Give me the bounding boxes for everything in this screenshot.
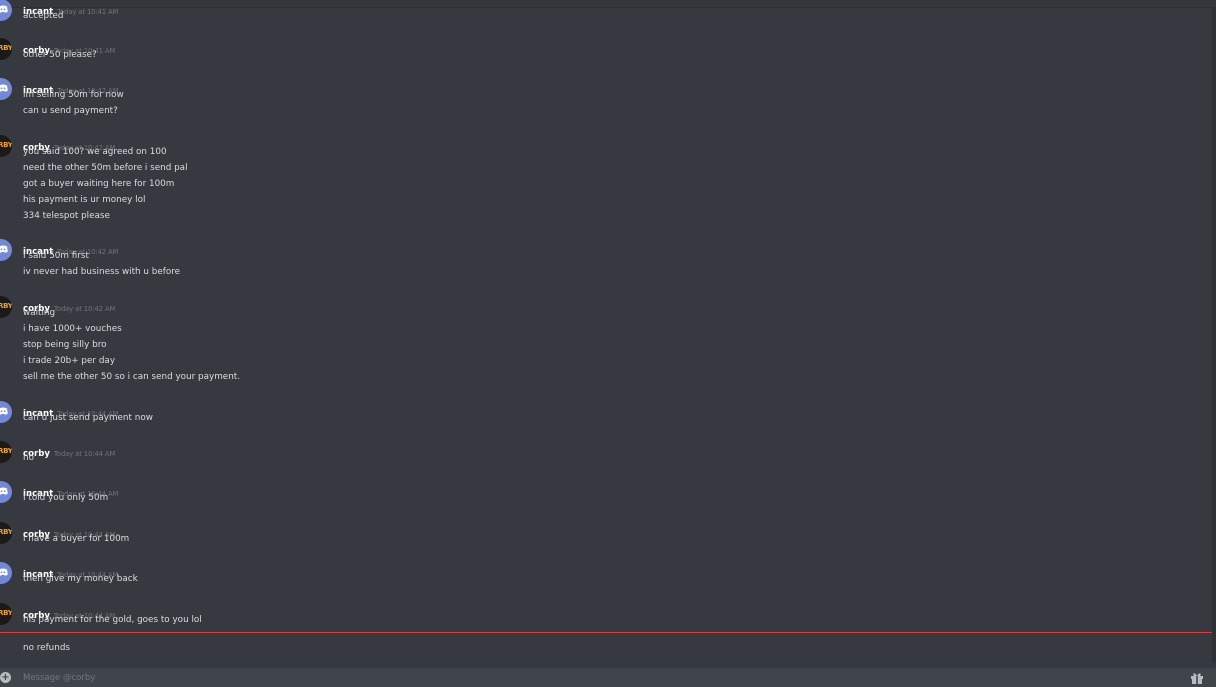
discord-logo-icon[interactable] [0, 481, 12, 503]
message-list[interactable]: incant Today at 10:41 AM accepted RBY corby T… [0, 0, 1210, 662]
message-header: corby Today at 10:44 AM [23, 522, 115, 540]
discord-logo-glyph [0, 568, 8, 576]
message-text: other 50 please? [23, 50, 97, 60]
avatar-text: RBY [0, 141, 12, 149]
message-text: you said 100? we agreed on 100 [23, 147, 167, 157]
discord-logo-glyph [0, 407, 8, 415]
corby-avatar-icon[interactable]: RBY [0, 441, 12, 463]
message-text: can u send payment? [23, 106, 118, 116]
avatar-text: RBY [0, 609, 12, 617]
message-text: stop being silly bro [23, 340, 107, 350]
avatar-text: RBY [0, 528, 12, 536]
message-header: corby Today at 10:44 AM [23, 441, 115, 459]
discord-logo-glyph [0, 84, 8, 92]
message-header: corby Today at 10:42 AM [23, 296, 115, 314]
corby-avatar-icon[interactable]: RBY [0, 296, 12, 318]
message-text: I told you only 50m [23, 493, 109, 503]
timestamp: Today at 10:44 AM [54, 450, 116, 458]
message-header: incant Today at 10:44 AM [23, 481, 118, 499]
message-header: incant Today at 10:41 AM [23, 0, 118, 17]
avatar-text: RBY [0, 302, 12, 310]
discord-logo-icon[interactable] [0, 562, 12, 584]
corby-avatar-icon[interactable]: RBY [0, 135, 12, 157]
dm-chat-view: incant Today at 10:41 AM accepted RBY corby T… [0, 0, 1216, 687]
message-text: i have 1000+ vouches [23, 324, 122, 334]
message-text: iv never had business with u before [23, 267, 181, 277]
message-text: i trade 20b+ per day [23, 356, 116, 366]
message-text: then give my money back [23, 574, 138, 584]
new-messages-divider [0, 632, 1216, 633]
message-header: incant Today at 10:42 AM [23, 239, 118, 257]
avatar-text: RBY [0, 447, 12, 455]
message-text: got a buyer waiting here for 100m [23, 179, 175, 189]
message-text: im selling 50m for now [23, 90, 124, 100]
message-text: waiting [23, 308, 56, 318]
avatar-text: RBY [0, 44, 12, 52]
message-input[interactable] [23, 671, 1183, 685]
timestamp: Today at 10:42 AM [54, 305, 116, 313]
corby-avatar-icon[interactable]: RBY [0, 522, 12, 544]
message-text: his payment for the gold, goes to you lo… [23, 615, 202, 625]
message-list-scrollbar[interactable] [1212, 8, 1216, 663]
message-text: sell me the other 50 so i can send your … [23, 372, 241, 382]
discord-logo-glyph [0, 245, 8, 253]
message-header: incant Today at 10:42 AM [23, 78, 118, 96]
message-text: his payment is ur money lol [23, 195, 146, 205]
message-composer: + [0, 668, 1216, 687]
message-text: i have a buyer for 100m [23, 534, 130, 544]
discord-logo-glyph [0, 5, 8, 13]
message-text: no [23, 453, 34, 463]
message-header: incant Today at 10:44 AM [23, 562, 118, 580]
discord-logo-icon[interactable] [0, 401, 12, 423]
corby-avatar-icon[interactable]: RBY [0, 603, 12, 625]
corby-avatar-icon[interactable]: RBY [0, 38, 12, 60]
discord-logo-icon[interactable] [0, 78, 12, 100]
message-text: 334 telespot please [23, 211, 110, 221]
timestamp: Today at 10:41 AM [57, 8, 119, 16]
message-text: accepted [23, 11, 64, 21]
message-header: corby Today at 10:42 AM [23, 135, 115, 153]
message-text: no refunds [23, 643, 71, 653]
discord-logo-icon[interactable] [0, 239, 12, 261]
message-header: corby Today at 10:41 AM [23, 38, 115, 56]
message-text: can u just send payment now [23, 413, 153, 423]
message-text: I said 50m first [23, 251, 89, 261]
discord-logo-icon[interactable] [0, 0, 12, 21]
message-header: incant Today at 10:44 AM [23, 401, 118, 419]
discord-logo-glyph [0, 487, 8, 495]
message-text: need the other 50m before i send pal [23, 163, 188, 173]
plus-circle-icon[interactable]: + [0, 672, 11, 683]
message-header: corby Today at 10:44 AM [23, 603, 115, 621]
gift-icon[interactable] [1190, 672, 1204, 684]
